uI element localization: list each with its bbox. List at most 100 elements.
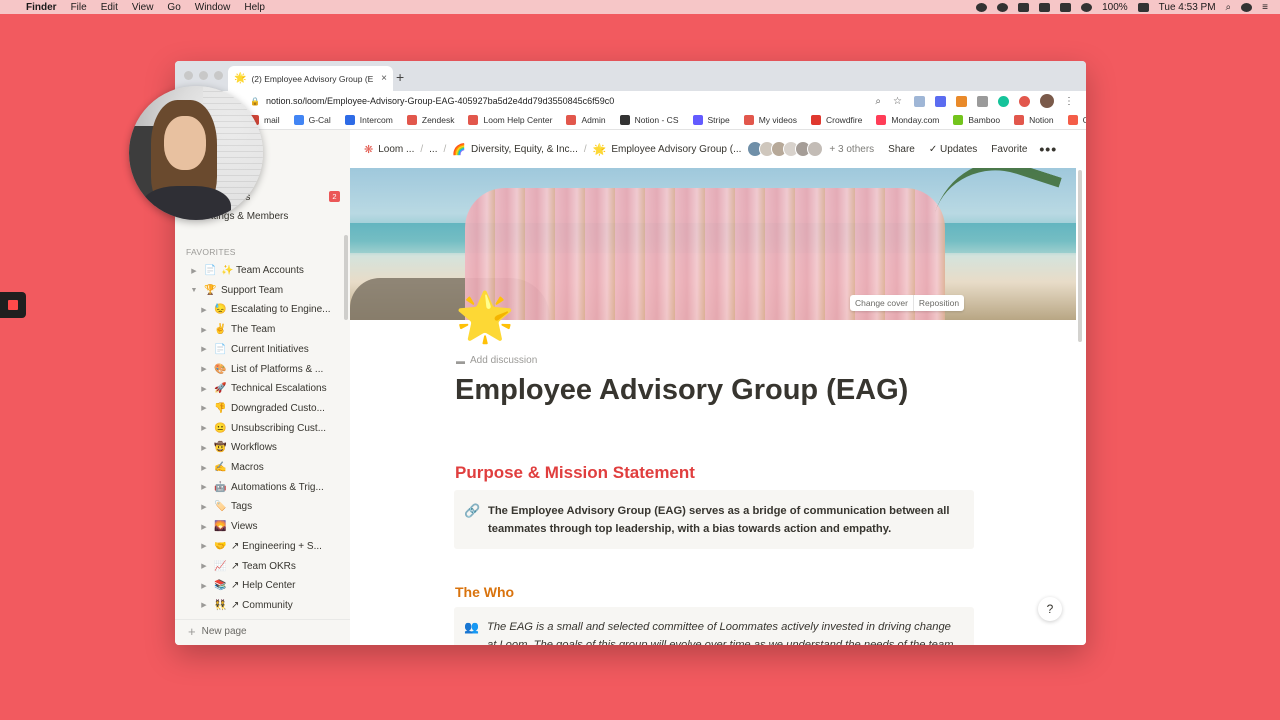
toggle-caret-icon[interactable]: ▶ bbox=[199, 385, 209, 393]
status-volume-icon[interactable] bbox=[1060, 2, 1072, 12]
extension-icon[interactable] bbox=[956, 95, 967, 107]
breadcrumb-eag[interactable]: 🌟 Employee Advisory Group (... bbox=[593, 143, 742, 156]
bookmark-item[interactable]: Gusto bbox=[1067, 115, 1086, 125]
sidebar-item[interactable]: ▶ 📈 ↗ Team OKRs bbox=[175, 557, 343, 576]
bookmark-item[interactable]: G-Cal bbox=[293, 115, 331, 125]
collaborator-avatars[interactable] bbox=[747, 141, 824, 157]
sidebar-item[interactable]: ▼ 🏆 Support Team bbox=[175, 281, 343, 300]
zoom-window-button[interactable] bbox=[214, 71, 223, 80]
change-cover-button[interactable]: Change cover bbox=[850, 295, 913, 311]
omnibox[interactable]: 🔒 notion.so/loom/Employee-Advisory-Group… bbox=[250, 92, 1086, 110]
breadcrumb-diversity[interactable]: 🌈 Diversity, Equity, & Inc... bbox=[452, 143, 578, 156]
menu-go[interactable]: Go bbox=[167, 2, 180, 13]
webcam-bubble[interactable] bbox=[129, 86, 263, 220]
toggle-caret-icon[interactable]: ▶ bbox=[199, 444, 209, 452]
sidebar-item[interactable]: ▶ 🌄 Views bbox=[175, 517, 343, 536]
page-scrollbar[interactable] bbox=[1078, 170, 1082, 342]
spotlight-search-icon[interactable]: ⌕ bbox=[1226, 2, 1232, 13]
bookmark-item[interactable]: Admin bbox=[566, 115, 606, 125]
battery-icon[interactable] bbox=[1137, 2, 1149, 12]
siri-icon[interactable] bbox=[1241, 2, 1253, 12]
recording-stop-button[interactable] bbox=[0, 292, 26, 318]
sidebar-item[interactable]: ▶ 📚 ↗ Help Center bbox=[175, 576, 343, 595]
menu-file[interactable]: File bbox=[71, 2, 87, 13]
toggle-caret-icon[interactable]: ▶ bbox=[199, 326, 209, 334]
sidebar-item[interactable]: ▶ 🤠 Workflows bbox=[175, 438, 343, 457]
others-count[interactable]: + 3 others bbox=[829, 144, 874, 155]
bookmark-item[interactable]: My videos bbox=[743, 115, 797, 125]
sidebar-item[interactable]: ▶ 👎 Downgraded Custo... bbox=[175, 399, 343, 418]
toggle-caret-icon[interactable]: ▶ bbox=[199, 562, 209, 570]
sidebar-item[interactable]: ▶ 🎨 List of Platforms & ... bbox=[175, 360, 343, 379]
toggle-caret-icon[interactable]: ▶ bbox=[199, 582, 209, 590]
toggle-caret-icon[interactable]: ▶ bbox=[199, 503, 209, 511]
menu-view[interactable]: View bbox=[132, 2, 154, 13]
who-callout[interactable]: 👥 The EAG is a small and selected commit… bbox=[454, 607, 974, 645]
status-loom-icon[interactable] bbox=[997, 2, 1009, 12]
control-center-icon[interactable]: ≡ bbox=[1262, 2, 1268, 13]
toggle-caret-icon[interactable]: ▶ bbox=[199, 345, 209, 353]
page-title[interactable]: Employee Advisory Group (EAG) bbox=[455, 374, 908, 407]
sidebar-item[interactable]: ▶ 🤝 ↗ Engineering + S... bbox=[175, 537, 343, 556]
bookmark-item[interactable]: Crowdfire bbox=[810, 115, 862, 125]
close-window-button[interactable] bbox=[184, 71, 193, 80]
toggle-caret-icon[interactable]: ▶ bbox=[199, 424, 209, 432]
wifi-icon[interactable] bbox=[1081, 2, 1093, 12]
add-discussion-button[interactable]: ▬ Add discussion bbox=[456, 355, 537, 366]
url-text[interactable]: notion.so/loom/Employee-Advisory-Group-E… bbox=[266, 96, 875, 106]
bookmark-item[interactable]: Zendesk bbox=[406, 115, 454, 125]
extension-icon[interactable] bbox=[914, 95, 925, 107]
sidebar-item[interactable]: ▶ 📄 Current Initiatives bbox=[175, 340, 343, 359]
toggle-caret-icon[interactable]: ▶ bbox=[199, 542, 209, 550]
sidebar-item[interactable]: ▶ 😐 Unsubscribing Cust... bbox=[175, 419, 343, 438]
bookmark-star-icon[interactable]: ☆ bbox=[893, 96, 902, 107]
who-heading[interactable]: The Who bbox=[455, 584, 514, 600]
breadcrumb-loom[interactable]: ❋ Loom ... bbox=[364, 143, 414, 156]
sidebar-scrollbar[interactable] bbox=[344, 235, 348, 320]
sidebar-item[interactable]: ▶ 👯 ↗ Community bbox=[175, 596, 343, 615]
bookmark-item[interactable]: Stripe bbox=[692, 115, 730, 125]
toggle-caret-icon[interactable]: ▶ bbox=[199, 404, 209, 412]
new-tab-button[interactable]: + bbox=[396, 69, 404, 85]
purpose-heading[interactable]: Purpose & Mission Statement bbox=[455, 463, 695, 483]
status-display-icon[interactable] bbox=[1039, 2, 1051, 12]
bookmark-item[interactable]: Bamboo bbox=[953, 115, 1000, 125]
menu-edit[interactable]: Edit bbox=[101, 2, 118, 13]
extension-icon[interactable] bbox=[977, 95, 988, 107]
sidebar-item[interactable]: ▶ 🏷️ Tags bbox=[175, 497, 343, 516]
profile-avatar[interactable] bbox=[1040, 94, 1054, 108]
toggle-caret-icon[interactable]: ▶ bbox=[199, 365, 209, 373]
bookmark-item[interactable]: Monday.com bbox=[876, 115, 939, 125]
sidebar-item[interactable]: ▶ 🤖 Automations & Trig... bbox=[175, 478, 343, 497]
extension-icon[interactable] bbox=[1019, 95, 1030, 107]
purpose-callout[interactable]: 🔗 The Employee Advisory Group (EAG) serv… bbox=[454, 490, 974, 549]
bookmark-item[interactable]: Notion bbox=[1014, 115, 1054, 125]
bookmark-item[interactable]: Notion - CS bbox=[619, 115, 679, 125]
sidebar-item[interactable]: ▶ 📄 ✨ Team Accounts bbox=[175, 261, 343, 280]
status-dropbox-icon[interactable] bbox=[1018, 2, 1030, 12]
reposition-button[interactable]: Reposition bbox=[912, 295, 964, 311]
zoom-icon[interactable]: ⌕ bbox=[875, 96, 881, 107]
toggle-caret-icon[interactable]: ▼ bbox=[189, 287, 199, 294]
toggle-caret-icon[interactable]: ▶ bbox=[199, 601, 209, 609]
tab-close-icon[interactable]: × bbox=[381, 73, 387, 84]
more-options-button[interactable]: ••• bbox=[1039, 141, 1057, 157]
clock[interactable]: Tue 4:53 PM bbox=[1159, 2, 1216, 13]
toggle-caret-icon[interactable]: ▶ bbox=[199, 483, 209, 491]
help-button[interactable]: ? bbox=[1038, 597, 1062, 621]
toggle-caret-icon[interactable]: ▶ bbox=[199, 306, 209, 314]
toggle-caret-icon[interactable]: ▶ bbox=[199, 464, 209, 472]
new-page-button[interactable]: + New page bbox=[175, 619, 350, 643]
menu-window[interactable]: Window bbox=[195, 2, 231, 13]
grammarly-extension-icon[interactable] bbox=[998, 95, 1009, 107]
bookmark-item[interactable]: Intercom bbox=[344, 115, 393, 125]
toggle-caret-icon[interactable]: ▶ bbox=[189, 267, 199, 275]
browser-menu-icon[interactable]: ⋮ bbox=[1064, 96, 1074, 107]
page-star-icon[interactable]: 🌟 bbox=[455, 290, 515, 346]
menu-finder[interactable]: Finder bbox=[26, 2, 57, 13]
favorite-button[interactable]: Favorite bbox=[991, 144, 1027, 155]
sidebar-item[interactable]: ▶ 😓 Escalating to Engine... bbox=[175, 300, 343, 319]
sidebar-item[interactable]: ▶ ✍️ Macros bbox=[175, 458, 343, 477]
minimize-window-button[interactable] bbox=[199, 71, 208, 80]
loom-extension-icon[interactable] bbox=[935, 95, 946, 107]
